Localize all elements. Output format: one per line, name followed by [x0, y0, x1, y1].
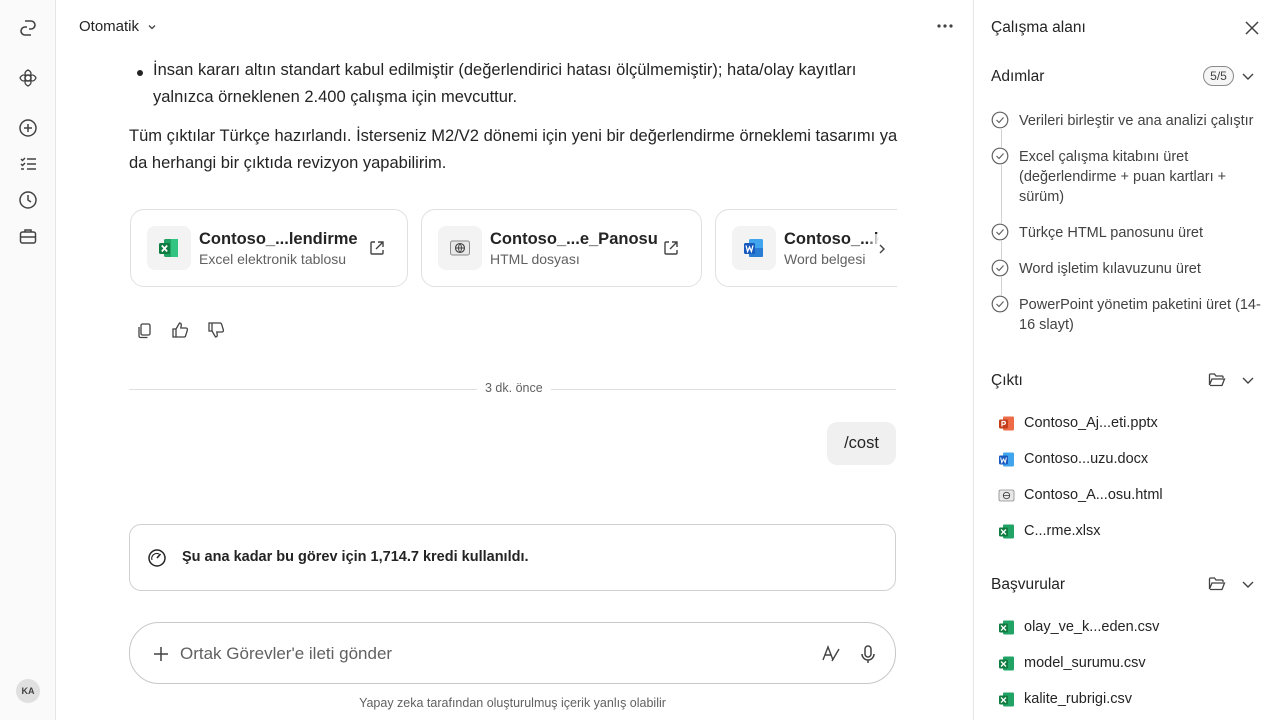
file-name: olay_ve_k...eden.csv [1024, 619, 1160, 635]
file-card-excel[interactable]: Contoso_...lendirme Excel elektronik tab… [130, 209, 408, 287]
html-globe-icon [998, 489, 1015, 501]
assistant-bullet-text: İnsan kararı altın standart kabul edilmi… [153, 61, 857, 106]
csv-excel-icon [999, 692, 1014, 706]
step-connector [1001, 165, 1002, 223]
ai-disclaimer: Yapay zeka tarafından oluşturulmuş içeri… [359, 696, 666, 710]
card-title: Contoso_...lendirme [199, 230, 358, 248]
chat-area: Otomatik İnsan kararı altın standart kab… [57, 0, 973, 720]
check-circle-icon [991, 111, 1009, 129]
output-file-item[interactable]: Contoso_A...osu.html [998, 485, 1163, 505]
microphone-icon[interactable] [857, 643, 879, 665]
history-clock-icon[interactable] [17, 189, 39, 211]
mode-selector[interactable]: Otomatik [79, 18, 157, 35]
file-name: Contoso_A...osu.html [1024, 487, 1163, 503]
step-label: Türkçe HTML panosunu üret [1019, 225, 1204, 241]
file-name: kalite_rubrigi.csv [1024, 691, 1132, 707]
thumbs-up-icon[interactable] [171, 320, 189, 340]
card-title: Contoso_...e_Panosu [490, 230, 658, 248]
cost-text: Şu ana kadar bu görev için 1,714.7 kredi… [182, 549, 529, 565]
user-avatar[interactable]: KA [16, 679, 40, 703]
check-circle-icon [991, 223, 1009, 241]
mode-label: Otomatik [79, 18, 140, 35]
card-subtitle: Excel elektronik tablosu [199, 251, 347, 267]
html-globe-icon [438, 226, 482, 270]
reference-file-item[interactable]: kalite_rubrigi.csv [998, 689, 1132, 709]
more-options-icon[interactable] [933, 16, 957, 36]
powerpoint-icon [999, 416, 1014, 430]
file-name: model_surumu.csv [1024, 655, 1146, 671]
check-circle-icon [991, 295, 1009, 313]
new-chat-plus-icon[interactable] [17, 117, 39, 139]
text-format-icon[interactable] [820, 643, 842, 665]
step-connector [1001, 277, 1002, 295]
folder-open-icon[interactable] [1208, 372, 1226, 388]
open-external-icon[interactable] [368, 239, 386, 257]
step-label: Excel çalışma kitabını üret (değerlendir… [1019, 149, 1227, 205]
briefcase-icon[interactable] [17, 225, 39, 247]
csv-excel-icon [999, 620, 1014, 634]
workspace-panel: Çalışma alanı Adımlar 5/5 Verileri birle… [973, 0, 1280, 720]
output-file-item[interactable]: Contoso...uzu.docx [998, 449, 1148, 469]
file-name: Contoso_Aj...eti.pptx [1024, 415, 1158, 431]
excel-icon [999, 524, 1014, 538]
steps-count-badge: 5/5 [1203, 66, 1234, 86]
word-icon [732, 226, 776, 270]
close-icon[interactable] [1242, 18, 1262, 38]
step-label: Word işletim kılavuzunu üret [1019, 261, 1201, 277]
file-card-html[interactable]: Contoso_...e_Panosu HTML dosyası [421, 209, 702, 287]
file-name: C...rme.xlsx [1024, 523, 1101, 539]
chevron-down-icon[interactable] [1240, 576, 1256, 592]
tasks-list-icon[interactable] [17, 153, 39, 175]
carousel-next-button[interactable] [867, 234, 897, 264]
panel-title: Çalışma alanı [991, 19, 1086, 36]
add-attachment-icon[interactable] [150, 643, 172, 665]
message-input[interactable] [180, 640, 800, 668]
reference-file-item[interactable]: model_surumu.csv [998, 653, 1146, 673]
word-icon [999, 452, 1014, 466]
card-subtitle: HTML dosyası [490, 251, 580, 267]
references-heading: Başvurular [991, 576, 1066, 593]
bullet-dot [137, 70, 143, 76]
assistant-summary-text: Tüm çıktılar Türkçe hazırlandı. İstersen… [129, 127, 898, 172]
chevron-down-icon [148, 24, 156, 29]
check-circle-icon [991, 259, 1009, 277]
steps-heading: Adımlar [991, 68, 1045, 85]
copy-icon[interactable] [135, 320, 153, 340]
message-actions [135, 320, 225, 340]
output-file-item[interactable]: C...rme.xlsx [998, 521, 1101, 541]
folder-open-icon[interactable] [1208, 576, 1226, 592]
file-name: Contoso...uzu.docx [1024, 451, 1149, 467]
check-circle-icon [991, 147, 1009, 165]
step-label: PowerPoint yönetim paketini üret (14-16 … [1019, 297, 1261, 333]
step-connector [1001, 129, 1002, 147]
chevron-down-icon[interactable] [1240, 372, 1256, 388]
open-external-icon[interactable] [662, 239, 680, 257]
step-label: Verileri birleştir ve ana analizi çalışt… [1019, 113, 1254, 129]
output-cards-carousel: Contoso_...lendirme Excel elektronik tab… [130, 209, 897, 287]
speedometer-icon [148, 549, 166, 567]
left-rail: KA [0, 0, 56, 720]
chevron-right-icon [879, 244, 885, 254]
user-message-bubble: /cost [827, 422, 896, 465]
csv-excel-icon [999, 656, 1014, 670]
time-divider-label: 3 dk. önce [477, 381, 551, 395]
card-subtitle: Word belgesi [784, 251, 866, 267]
message-composer [129, 622, 896, 684]
copilot-logo-icon[interactable] [17, 17, 39, 39]
chevron-down-icon[interactable] [1240, 68, 1256, 84]
output-heading: Çıktı [991, 372, 1023, 389]
thumbs-down-icon[interactable] [207, 320, 225, 340]
step-connector [1001, 241, 1002, 259]
cost-result-box: Şu ana kadar bu görev için 1,714.7 kredi… [129, 524, 896, 591]
agent-flower-icon[interactable] [17, 67, 39, 89]
excel-icon [147, 226, 191, 270]
output-file-item[interactable]: Contoso_Aj...eti.pptx [998, 413, 1158, 433]
reference-file-item[interactable]: olay_ve_k...eden.csv [998, 617, 1159, 637]
